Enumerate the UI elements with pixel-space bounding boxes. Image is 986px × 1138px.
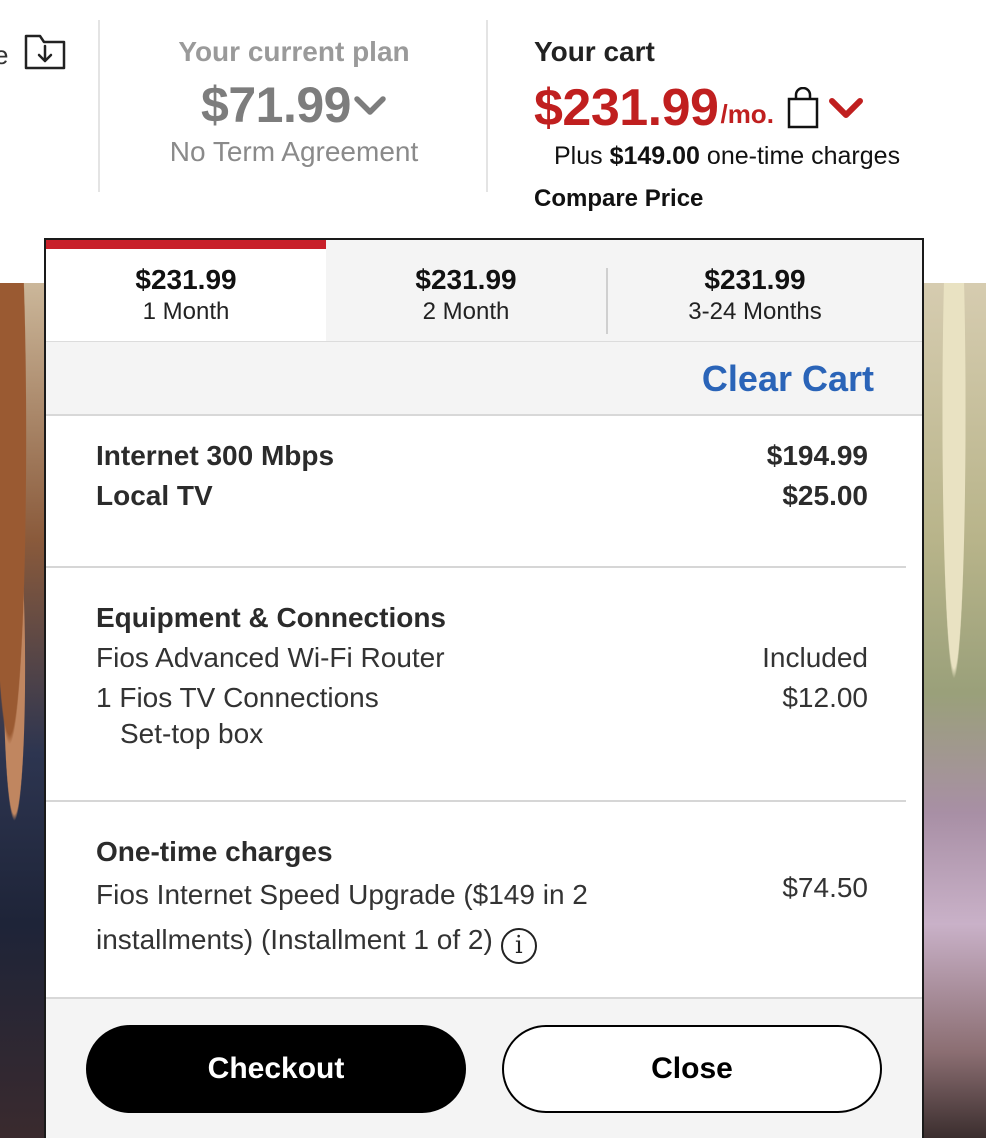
- page: e Your current plan $71.99 No Term Agree…: [0, 0, 986, 1138]
- background-photo-left: [0, 283, 48, 1138]
- tab-1-month[interactable]: $231.99 1 Month: [46, 240, 326, 341]
- current-plan-price-row[interactable]: $71.99: [100, 76, 488, 134]
- line-item-name: 1 Fios TV Connections: [96, 682, 379, 713]
- equipment-section: Equipment & Connections Fios Advanced Wi…: [46, 568, 922, 800]
- services-section: Internet 300 Mbps $194.99 Local TV $25.0…: [46, 416, 922, 566]
- line-item: Local TV $25.00: [96, 476, 868, 516]
- line-item-price: Included: [762, 642, 868, 673]
- onetime-section: One-time charges Fios Internet Speed Upg…: [46, 802, 922, 998]
- line-item-price: $74.50: [782, 872, 868, 903]
- tab-amount: $231.99: [415, 264, 517, 295]
- line-item-price: $194.99: [766, 440, 868, 471]
- tab-amount: $231.99: [704, 264, 806, 295]
- line-item-name: Local TV: [96, 480, 213, 511]
- info-icon[interactable]: i: [500, 928, 537, 964]
- current-plan[interactable]: Your current plan $71.99 No Term Agreeme…: [100, 36, 488, 168]
- checkout-button[interactable]: Checkout: [86, 1025, 466, 1113]
- section-title: One-time charges: [96, 836, 333, 867]
- price-period-tabs: $231.99 1 Month $231.99 2 Month $231.99 …: [46, 240, 922, 342]
- onetime-suffix: one-time charges: [699, 142, 901, 170]
- cart-label: Your cart: [534, 36, 655, 67]
- close-button[interactable]: Close: [502, 1025, 882, 1113]
- line-item: Internet 300 Mbps $194.99: [96, 436, 868, 476]
- onetime-prefix: Plus: [554, 142, 610, 170]
- line-item: 1 Fios TV Connections $12.00: [96, 678, 868, 718]
- cart-dropdown: $231.99 1 Month $231.99 2 Month $231.99 …: [44, 238, 924, 1138]
- tab-2-month[interactable]: $231.99 2 Month: [326, 240, 606, 341]
- line-item: Fios Advanced Wi-Fi Router Included: [96, 638, 868, 678]
- header-divider: [486, 20, 488, 192]
- compare-price-link[interactable]: Compare Price: [534, 185, 984, 213]
- cart-price-row[interactable]: $231.99 /mo.: [534, 78, 984, 138]
- line-item-name: Fios Internet Speed Upgrade ($149 in 2 i…: [96, 872, 676, 964]
- line-item: Fios Internet Speed Upgrade ($149 in 2 i…: [96, 872, 868, 964]
- onetime-charges-summary: Plus $149.00 one-time charges: [554, 142, 984, 171]
- line-item-name: Internet 300 Mbps: [96, 440, 335, 471]
- line-item-price: $25.00: [782, 480, 868, 511]
- current-plan-label: Your current plan: [178, 36, 410, 67]
- section-title: Equipment & Connections: [96, 602, 446, 633]
- line-item-name: Fios Advanced Wi-Fi Router: [96, 642, 445, 673]
- chevron-down-icon[interactable]: [828, 95, 864, 121]
- current-plan-price: $71.99: [201, 77, 351, 133]
- tab-period: 3-24 Months: [688, 298, 822, 325]
- line-item-subtext: Set-top box: [120, 718, 264, 749]
- cart-price-unit: /mo.: [720, 99, 774, 129]
- clear-cart-row: Clear Cart: [46, 342, 922, 416]
- tab-amount: $231.99: [135, 264, 237, 295]
- shopping-bag-icon[interactable]: [786, 87, 820, 129]
- current-plan-term: No Term Agreement: [169, 136, 419, 167]
- cart-summary[interactable]: Your cart $231.99 /mo. Plus $149.00 one-…: [534, 36, 984, 213]
- line-item-price: $12.00: [782, 682, 868, 713]
- header-edge-text: e: [0, 40, 9, 70]
- tab-3-24-months[interactable]: $231.99 3-24 Months: [608, 240, 902, 341]
- download-icon[interactable]: [24, 32, 66, 70]
- tab-period: 1 Month: [142, 298, 230, 325]
- cart-footer: Checkout Close: [46, 997, 922, 1138]
- onetime-amount: $149.00: [609, 142, 700, 170]
- chevron-down-icon[interactable]: [353, 93, 387, 117]
- tab-period: 2 Month: [422, 298, 510, 325]
- cart-price: $231.99: [534, 79, 719, 137]
- background-photo-right: [922, 283, 986, 1138]
- clear-cart-link[interactable]: Clear Cart: [702, 358, 874, 400]
